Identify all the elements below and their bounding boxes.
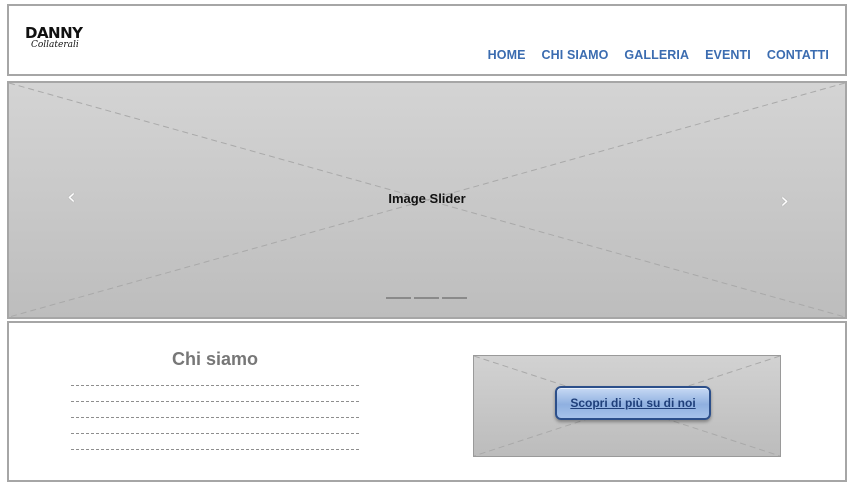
text-placeholder-line <box>71 417 359 433</box>
nav-link-contatti[interactable]: CONTATTI <box>767 48 829 62</box>
slider-indicator[interactable] <box>386 297 411 299</box>
text-placeholder-line <box>71 433 359 449</box>
slider-indicator[interactable] <box>414 297 439 299</box>
nav-link-eventi[interactable]: EVENTI <box>705 48 751 62</box>
about-image-placeholder: Scopri di più su di noi <box>473 355 781 457</box>
image-slider: Image Slider ‹ › <box>7 81 847 319</box>
learn-more-button[interactable]: Scopri di più su di noi <box>555 386 711 420</box>
nav-link-chi-siamo[interactable]: CHI SIAMO <box>542 48 609 62</box>
text-placeholder-line <box>71 449 359 465</box>
slider-indicator[interactable] <box>442 297 467 299</box>
text-placeholder-line <box>71 385 359 401</box>
site-header: DANNY Collaterali HOME CHI SIAMO GALLERI… <box>7 4 847 76</box>
main-navigation: HOME CHI SIAMO GALLERIA EVENTI CONTATTI <box>488 48 829 62</box>
about-section: Chi siamo Scopri di più su di noi <box>7 321 847 482</box>
about-text-placeholder <box>71 385 359 465</box>
chevron-right-icon[interactable]: › <box>780 189 789 214</box>
nav-link-galleria[interactable]: GALLERIA <box>624 48 689 62</box>
logo-subtext: Collaterali <box>31 40 79 50</box>
slider-indicators <box>386 297 467 299</box>
chevron-left-icon[interactable]: ‹ <box>67 185 76 210</box>
text-placeholder-line <box>71 401 359 417</box>
learn-more-button-label: Scopri di più su di noi <box>570 396 696 410</box>
about-title: Chi siamo <box>171 349 259 369</box>
slider-label: Image Slider <box>388 191 466 206</box>
logo[interactable]: DANNY Collaterali <box>25 24 95 68</box>
nav-link-home[interactable]: HOME <box>488 48 526 62</box>
